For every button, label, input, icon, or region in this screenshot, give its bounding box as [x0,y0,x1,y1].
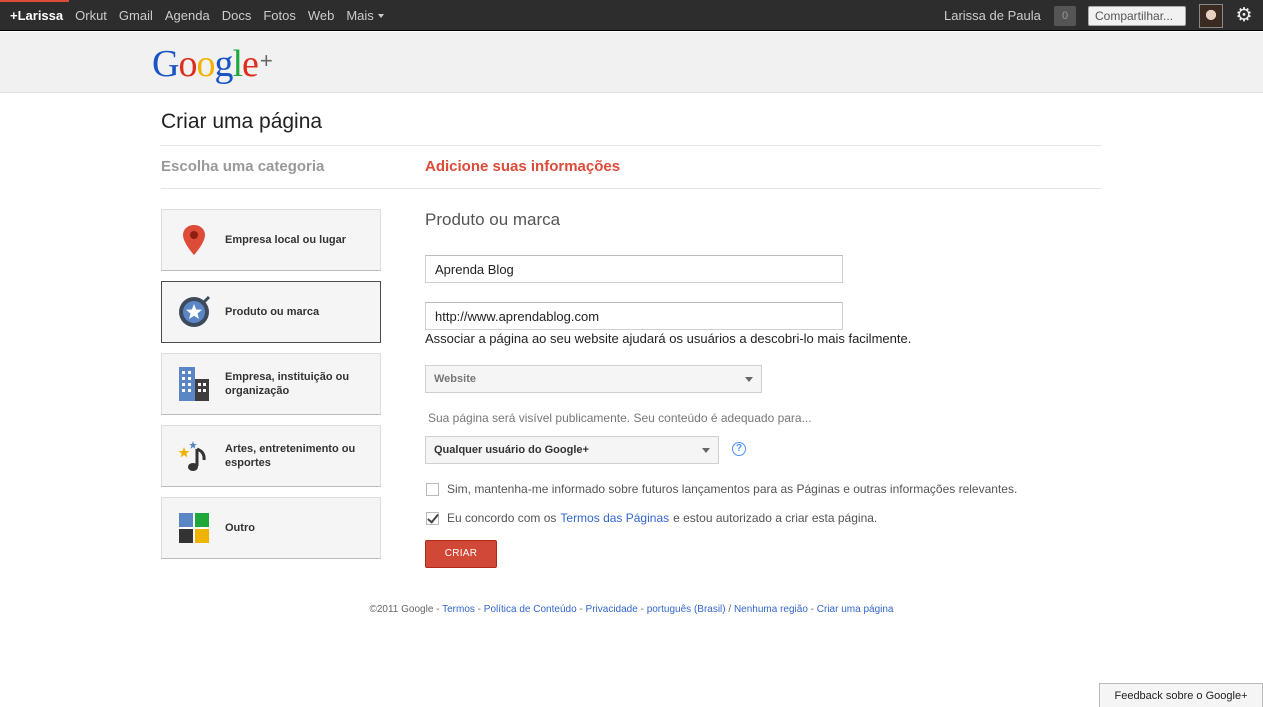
google-plus-logo[interactable]: Google+ [152,42,273,86]
category-select-value: Website [434,373,476,385]
footer-link-language[interactable]: português (Brasil) [647,604,726,615]
user-name[interactable]: Larissa de Paula [944,8,1041,23]
page-name-input[interactable] [425,255,843,283]
footer-separator: - [637,604,647,615]
chevron-down-icon [702,448,710,453]
logo-plus: + [259,48,273,73]
footer-separator: / [725,604,734,615]
footer-link-content-policy[interactable]: Política de Conteúdo [484,604,577,615]
nav-item-mais[interactable]: Mais [340,0,389,31]
terms-checkbox[interactable] [426,511,439,525]
logo-letter: g [214,43,233,85]
nav-item-gmail[interactable]: Gmail [113,0,159,31]
footer-separator: - [576,604,586,615]
divider [161,188,1101,189]
logo-letters: Google [152,43,259,85]
building-icon [177,367,211,401]
step-add-info: Adicione suas informações [425,158,621,175]
website-input[interactable] [425,302,843,330]
map-pin-icon [177,223,211,257]
category-label: Outro [225,522,255,534]
page-title: Criar uma página [161,110,323,133]
footer-link-create-page[interactable]: Criar uma página [817,604,894,615]
visibility-hint: Sua página será visível publicamente. Se… [428,411,812,425]
footer-copyright: ©2011 Google - [369,604,440,615]
nav-item-web[interactable]: Web [302,0,341,31]
audience-select-value: Qualquer usuário do Google+ [434,444,589,456]
category-product-brand[interactable]: Produto ou marca [161,281,381,343]
category-select[interactable]: Website [425,365,762,393]
notification-count-badge[interactable]: 0 [1054,6,1076,26]
logo-letter: o [178,43,197,85]
category-other[interactable]: Outro [161,497,381,559]
category-company-organization[interactable]: Empresa, instituição ou organização [161,353,381,415]
audience-select[interactable]: Qualquer usuário do Google+ [425,436,719,464]
chevron-down-icon [745,377,753,382]
terms-label-post: e estou autorizado a criar esta página. [673,511,878,525]
category-label: Empresa, instituição ou organização [225,371,350,397]
terms-link[interactable]: Termos das Páginas [560,511,669,525]
nav-item-agenda[interactable]: Agenda [159,0,216,31]
logo-letter: l [232,43,243,85]
gear-icon[interactable]: ⚙ [1234,6,1254,26]
feedback-button[interactable]: Feedback sobre o Google+ [1099,683,1263,707]
nav-item-docs[interactable]: Docs [216,0,258,31]
nav-item-larissa[interactable]: +Larissa [0,0,70,31]
footer-link-privacy[interactable]: Privacidade [586,604,638,615]
website-hint: Associar a página ao seu website ajudará… [425,331,912,346]
footer-link-terms[interactable]: Termos [442,604,475,615]
top-navigation-bar: +Larissa Orkut Gmail Agenda Docs Fotos W… [0,0,1263,31]
updates-checkbox-row: Sim, mantenha-me informado sobre futuros… [426,482,1017,496]
category-label: Artes, entretenimento ou esportes [225,443,356,469]
category-local-business[interactable]: Empresa local ou lugar [161,209,381,271]
logo-letter: G [152,43,179,85]
footer-separator: - [474,604,484,615]
category-label: Produto ou marca [225,306,320,318]
help-icon[interactable]: ? [732,442,746,456]
avatar[interactable] [1199,4,1223,28]
section-title: Produto ou marca [425,210,561,229]
page-header: Google+ [0,32,1263,93]
footer-link-region[interactable]: Nenhuma região [734,604,808,615]
updates-checkbox-label: Sim, mantenha-me informado sobre futuros… [447,482,1018,496]
category-label: Empresa local ou lugar [225,234,347,246]
category-arts-entertainment[interactable]: Artes, entretenimento ou esportes [161,425,381,487]
badge-star-icon [177,295,211,329]
logo-letter: o [196,43,215,85]
music-note-icon [177,439,211,473]
create-button[interactable]: CRIAR [425,540,497,568]
step-choose-category: Escolha uma categoria [161,158,325,175]
terms-label-pre: Eu concordo com os [447,511,557,525]
divider [161,145,1101,146]
footer-separator: - [807,604,817,615]
updates-checkbox[interactable] [426,482,439,496]
logo-letter: e [242,43,259,85]
footer: ©2011 Google - Termos - Política de Cont… [0,604,1263,615]
chevron-down-icon [377,14,384,18]
nav-item-orkut[interactable]: Orkut [69,0,113,31]
nav-item-fotos[interactable]: Fotos [257,0,302,31]
nav-item-mais-label: Mais [346,8,374,23]
terms-checkbox-row: Eu concordo com os Termos das Páginas e … [426,511,877,525]
other-squares-icon [177,511,211,545]
app-nav: +Larissa Orkut Gmail Agenda Docs Fotos W… [0,0,390,31]
share-button[interactable]: Compartilhar... [1088,6,1186,26]
